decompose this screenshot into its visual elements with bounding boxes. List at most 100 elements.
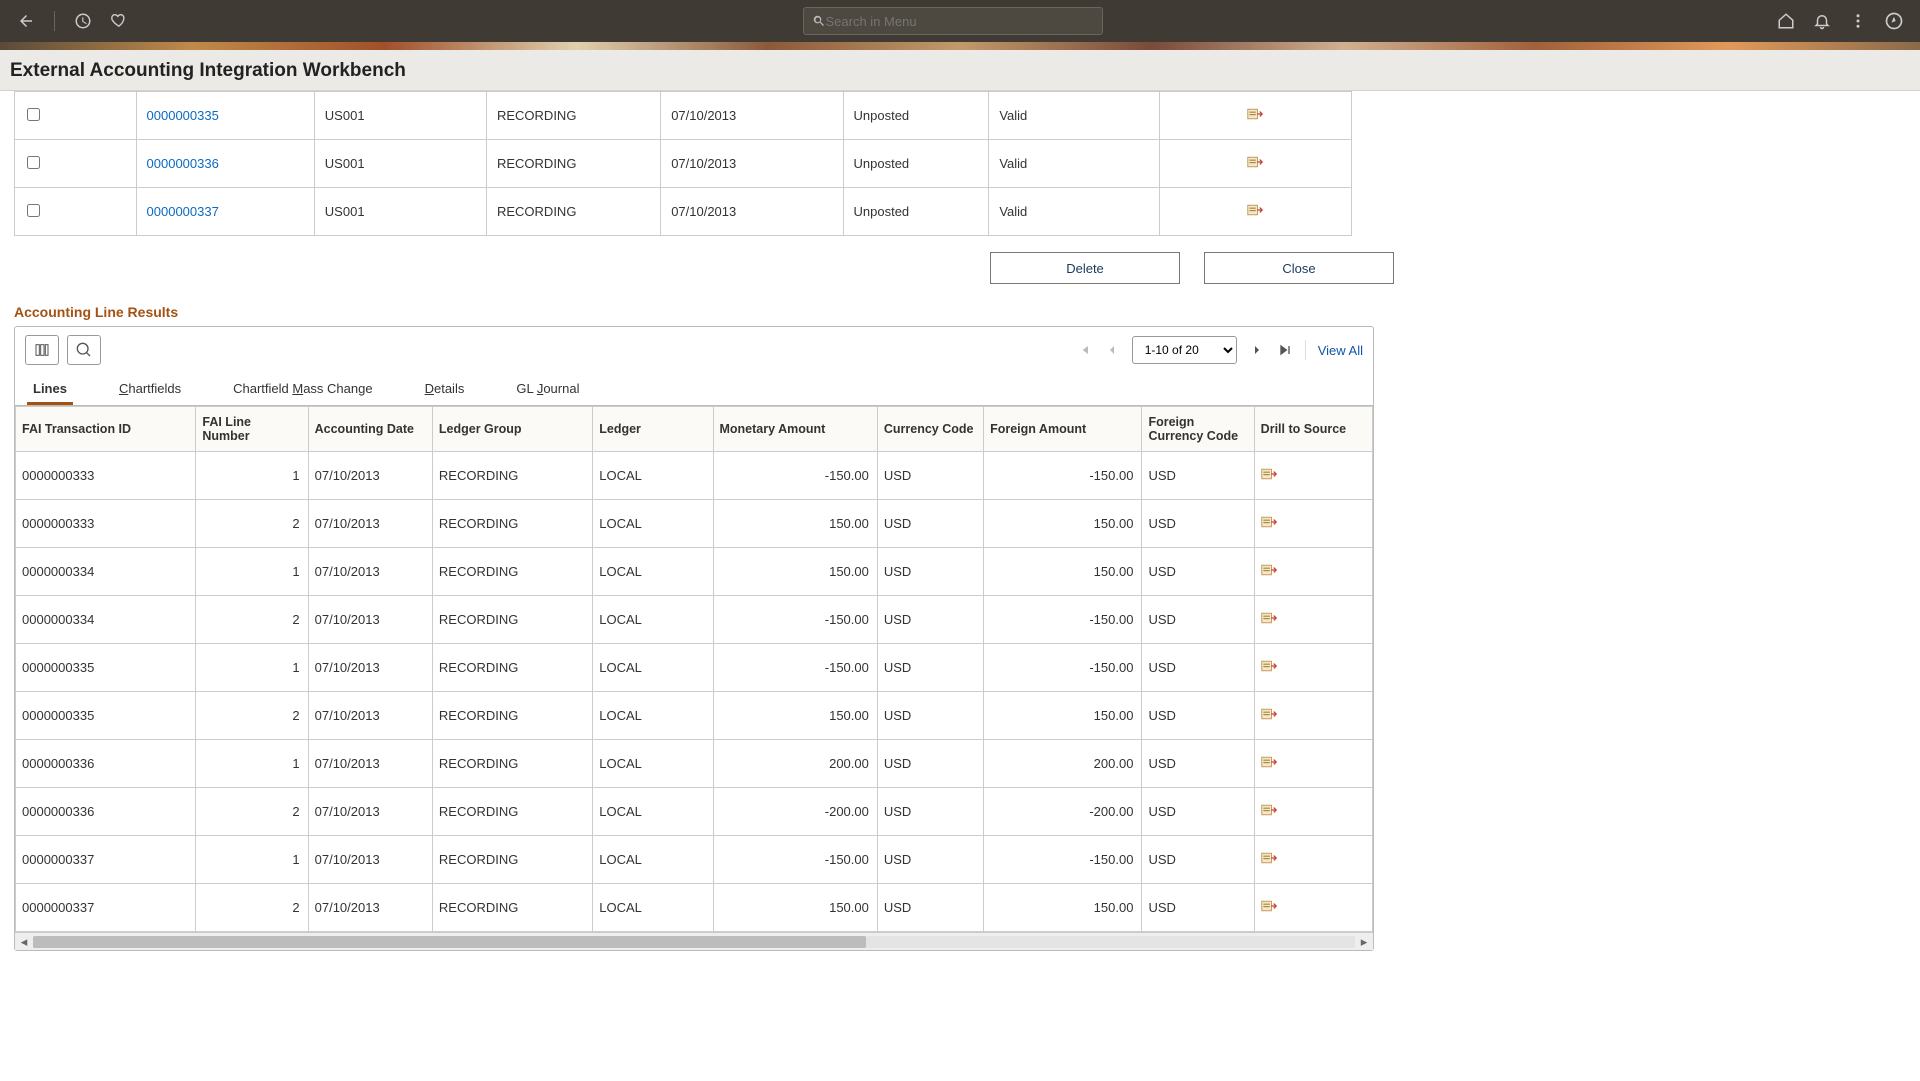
row-checkbox-cell	[15, 140, 137, 188]
drill-button[interactable]	[1261, 469, 1277, 484]
tab-underline: D	[425, 381, 434, 396]
row-id-cell: 0000000336	[136, 140, 314, 188]
col-fai-id[interactable]: FAI Transaction ID	[16, 407, 196, 452]
col-monetary[interactable]: Monetary Amount	[713, 407, 877, 452]
cell-ledger: LOCAL	[593, 740, 713, 788]
tab-chartfield-mass-change[interactable]: Chartfield Mass Change	[227, 373, 378, 405]
cell-monetary: 200.00	[713, 740, 877, 788]
cell-curr: USD	[877, 836, 983, 884]
scroll-right-icon[interactable]: ▸	[1355, 934, 1373, 950]
drill-button[interactable]	[1261, 517, 1277, 532]
col-foreign-amt[interactable]: Foreign Amount	[984, 407, 1142, 452]
drill-button[interactable]	[1261, 853, 1277, 868]
navbar-compass-button[interactable]	[1880, 7, 1908, 35]
row-ledger-group: RECORDING	[486, 188, 660, 236]
col-ledger-group[interactable]: Ledger Group	[432, 407, 592, 452]
scroll-track[interactable]	[33, 936, 1355, 948]
col-acct-date[interactable]: Accounting Date	[308, 407, 432, 452]
scroll-thumb[interactable]	[33, 936, 866, 948]
row-checkbox-cell	[15, 92, 137, 140]
drill-icon	[1261, 755, 1277, 769]
find-button[interactable]	[67, 335, 101, 365]
col-curr[interactable]: Currency Code	[877, 407, 983, 452]
tab-details[interactable]: Details	[419, 373, 471, 405]
drill-button[interactable]	[1261, 661, 1277, 676]
cell-curr: USD	[877, 644, 983, 692]
drill-button[interactable]	[1261, 805, 1277, 820]
topbar-center	[133, 7, 1772, 35]
actions-button[interactable]	[1844, 7, 1872, 35]
col-line-no[interactable]: FAI Line Number	[196, 407, 308, 452]
tabstrip: Lines Chartfields Chartfield Mass Change…	[15, 373, 1373, 406]
recent-button[interactable]	[69, 7, 97, 35]
search-input[interactable]	[826, 14, 1094, 29]
cell-curr: USD	[877, 548, 983, 596]
cell-fai-id: 0000000333	[16, 452, 196, 500]
cell-line-no: 2	[196, 500, 308, 548]
close-button[interactable]: Close	[1204, 252, 1394, 284]
cell-foreign-curr: USD	[1142, 692, 1254, 740]
delete-button[interactable]: Delete	[990, 252, 1180, 284]
cell-acct-date: 07/10/2013	[308, 788, 432, 836]
drill-button[interactable]	[1247, 157, 1263, 172]
row-status: Unposted	[843, 188, 989, 236]
drill-button[interactable]	[1261, 613, 1277, 628]
tab-gl-journal[interactable]: GL Journal	[510, 373, 585, 405]
home-button[interactable]	[1772, 7, 1800, 35]
topbar-right	[1772, 7, 1908, 35]
drill-button[interactable]	[1261, 901, 1277, 916]
decorative-stripe	[0, 42, 1920, 50]
cell-ledger-group: RECORDING	[432, 788, 592, 836]
drill-button[interactable]	[1247, 205, 1263, 220]
drill-icon	[1261, 899, 1277, 913]
horizontal-scrollbar[interactable]: ◂ ▸	[15, 932, 1373, 950]
cell-acct-date: 07/10/2013	[308, 452, 432, 500]
heart-icon	[110, 12, 128, 30]
col-drill[interactable]: Drill to Source	[1254, 407, 1372, 452]
transaction-link[interactable]: 0000000335	[147, 108, 219, 123]
tab-lines[interactable]: Lines	[27, 373, 73, 405]
notifications-button[interactable]	[1808, 7, 1836, 35]
row-valid: Valid	[989, 140, 1159, 188]
row-checkbox[interactable]	[27, 108, 40, 121]
cell-ledger: LOCAL	[593, 644, 713, 692]
transaction-link[interactable]: 0000000337	[147, 204, 219, 219]
cell-ledger: LOCAL	[593, 836, 713, 884]
cell-curr: USD	[877, 740, 983, 788]
drill-button[interactable]	[1247, 109, 1263, 124]
favorite-button[interactable]	[105, 7, 133, 35]
view-all-link[interactable]: View All	[1318, 343, 1363, 358]
row-id-cell: 0000000337	[136, 188, 314, 236]
global-search[interactable]	[803, 7, 1103, 35]
cell-ledger-group: RECORDING	[432, 692, 592, 740]
last-page-icon[interactable]	[1277, 342, 1293, 358]
line-row: 0000000335207/10/2013RECORDINGLOCAL150.0…	[16, 692, 1373, 740]
scroll-left-icon[interactable]: ◂	[15, 934, 33, 950]
cell-line-no: 2	[196, 788, 308, 836]
cell-acct-date: 07/10/2013	[308, 500, 432, 548]
row-valid: Valid	[989, 188, 1159, 236]
col-ledger[interactable]: Ledger	[593, 407, 713, 452]
cell-curr: USD	[877, 596, 983, 644]
drill-button[interactable]	[1261, 565, 1277, 580]
row-checkbox[interactable]	[27, 204, 40, 217]
back-button[interactable]	[12, 7, 40, 35]
next-page-icon[interactable]	[1249, 342, 1265, 358]
cell-line-no: 2	[196, 884, 308, 932]
transaction-link[interactable]: 0000000336	[147, 156, 219, 171]
cell-foreign-amt: 150.00	[984, 884, 1142, 932]
cell-drill	[1254, 788, 1372, 836]
row-bu: US001	[314, 188, 486, 236]
range-select[interactable]: 1-10 of 20	[1132, 336, 1237, 364]
search-icon	[76, 342, 92, 358]
drill-button[interactable]	[1261, 757, 1277, 772]
row-checkbox[interactable]	[27, 156, 40, 169]
cell-line-no: 1	[196, 644, 308, 692]
personalize-button[interactable]	[25, 335, 59, 365]
tab-chartfields[interactable]: Chartfields	[113, 373, 187, 405]
drill-button[interactable]	[1261, 709, 1277, 724]
cell-acct-date: 07/10/2013	[308, 836, 432, 884]
cell-foreign-amt: -150.00	[984, 836, 1142, 884]
col-foreign-curr[interactable]: Foreign Currency Code	[1142, 407, 1254, 452]
topbar-left	[12, 7, 133, 35]
